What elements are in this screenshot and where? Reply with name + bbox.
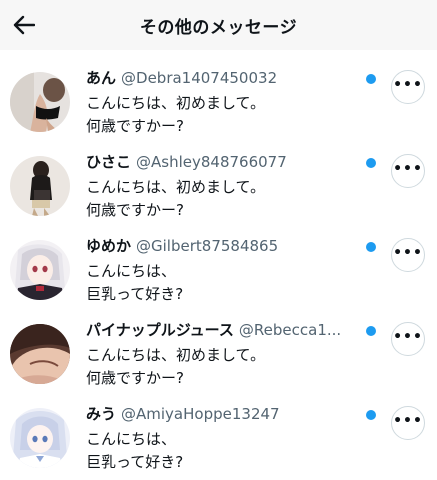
display-name[interactable]: みう bbox=[86, 405, 116, 423]
display-name[interactable]: あん bbox=[86, 69, 116, 87]
message-request-row[interactable]: あん @Debra1407450032 こんにちは、初めまして。 何歳ですかー? … bbox=[0, 50, 437, 135]
sender-name-line: みう @AmiyaHoppe13247 bbox=[86, 404, 364, 424]
avatar[interactable] bbox=[10, 408, 70, 468]
user-handle: @Ashley848766077 bbox=[136, 153, 287, 171]
unread-indicator bbox=[366, 326, 376, 336]
user-handle: @Rebecca1... bbox=[238, 321, 342, 339]
sender-name-line: パイナップルジュース @Rebecca1... bbox=[86, 320, 364, 340]
sender-name-line: あん @Debra1407450032 bbox=[86, 68, 364, 88]
more-dots-icon: ••• bbox=[393, 245, 423, 261]
message-line: こんにちは、初めまして。 bbox=[86, 178, 266, 196]
more-options-button[interactable]: ••• bbox=[391, 322, 425, 356]
sender-name-line: ひさこ @Ashley848766077 bbox=[86, 152, 364, 172]
message-line: こんにちは、 bbox=[86, 262, 177, 280]
message-request-row[interactable]: ひさこ @Ashley848766077 こんにちは、初めまして。 何歳ですかー?… bbox=[0, 134, 437, 219]
avatar[interactable] bbox=[10, 324, 70, 384]
user-handle: @AmiyaHoppe13247 bbox=[121, 405, 280, 423]
avatar[interactable] bbox=[10, 72, 70, 132]
more-dots-icon: ••• bbox=[393, 77, 423, 93]
message-request-row[interactable]: パイナップルジュース @Rebecca1... こんにちは、初めまして。 何歳です… bbox=[0, 302, 437, 387]
unread-indicator bbox=[366, 410, 376, 420]
message-request-row[interactable]: ゆめか @Gilbert87584865 こんにちは、 巨乳って好き? ••• bbox=[0, 218, 437, 303]
sender-name-line: ゆめか @Gilbert87584865 bbox=[86, 236, 364, 256]
display-name[interactable]: ゆめか bbox=[86, 237, 131, 255]
display-name[interactable]: ひさこ bbox=[86, 153, 131, 171]
more-options-button[interactable]: ••• bbox=[391, 238, 425, 272]
message-line: こんにちは、 bbox=[86, 430, 177, 448]
message-line: こんにちは、初めまして。 bbox=[86, 94, 266, 112]
message-preview: こんにちは、初めまして。 何歳ですかー? bbox=[86, 92, 265, 138]
avatar[interactable] bbox=[10, 240, 70, 300]
more-options-button[interactable]: ••• bbox=[391, 406, 425, 440]
unread-indicator bbox=[366, 242, 376, 252]
more-dots-icon: ••• bbox=[393, 161, 423, 177]
avatar[interactable] bbox=[10, 156, 70, 216]
display-name[interactable]: パイナップルジュース bbox=[86, 321, 234, 339]
message-request-row[interactable]: みう @AmiyaHoppe13247 こんにちは、 巨乳って好き? ••• bbox=[0, 386, 437, 471]
page-title: その他のメッセージ bbox=[139, 18, 298, 38]
message-preview: こんにちは、初めまして。 何歳ですかー? bbox=[86, 176, 265, 222]
message-preview: こんにちは、 巨乳って好き? bbox=[86, 260, 183, 306]
unread-indicator bbox=[366, 74, 376, 84]
message-line: 巨乳って好き? bbox=[86, 453, 184, 471]
user-handle: @Debra1407450032 bbox=[121, 69, 278, 87]
header-bar: その他のメッセージ bbox=[0, 0, 437, 50]
more-options-button[interactable]: ••• bbox=[391, 70, 425, 104]
message-line: こんにちは、初めまして。 bbox=[86, 346, 266, 364]
message-preview: こんにちは、 巨乳って好き? bbox=[86, 428, 183, 474]
user-handle: @Gilbert87584865 bbox=[136, 237, 279, 255]
unread-indicator bbox=[366, 158, 376, 168]
message-preview: こんにちは、初めまして。 何歳ですかー? bbox=[86, 344, 265, 390]
more-dots-icon: ••• bbox=[393, 413, 423, 429]
more-dots-icon: ••• bbox=[393, 329, 423, 345]
more-options-button[interactable]: ••• bbox=[391, 154, 425, 188]
